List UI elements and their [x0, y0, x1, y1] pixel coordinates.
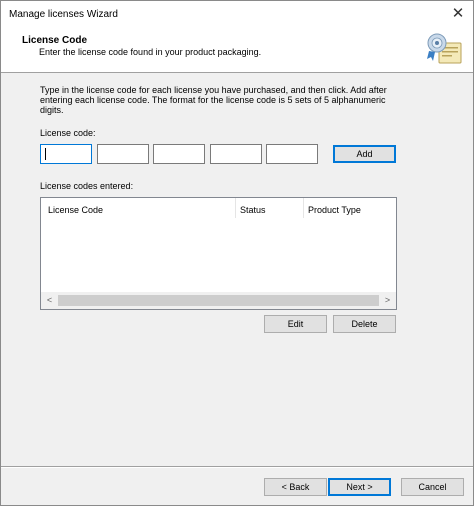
title-bar: Manage licenses Wizard ✕ [1, 1, 473, 27]
wizard-window: Manage licenses Wizard ✕ License Code En… [0, 0, 474, 506]
horizontal-scrollbar[interactable]: < > [41, 292, 396, 309]
cancel-button[interactable]: Cancel [401, 478, 464, 496]
page-title: License Code [22, 35, 88, 46]
delete-button[interactable]: Delete [333, 315, 396, 333]
scrollbar-thumb[interactable] [58, 295, 379, 306]
next-button[interactable]: Next > [328, 478, 391, 496]
license-code-field-4[interactable] [210, 144, 262, 164]
column-divider[interactable] [235, 198, 236, 218]
license-codes-list[interactable]: License Code Status Product Type < > [40, 197, 397, 310]
license-code-field-1[interactable] [40, 144, 92, 164]
list-header: License Code Status Product Type [41, 198, 396, 220]
text-caret [45, 148, 46, 160]
license-codes-entered-label: License codes entered: [40, 181, 134, 191]
license-code-field-5[interactable] [266, 144, 318, 164]
wizard-header: License Code Enter the license code foun… [1, 27, 473, 73]
column-license-code[interactable]: License Code [48, 205, 103, 215]
column-status[interactable]: Status [240, 205, 266, 215]
column-product-type[interactable]: Product Type [308, 205, 361, 215]
page-subtitle: Enter the license code found in your pro… [39, 47, 262, 57]
column-divider[interactable] [303, 198, 304, 218]
window-title: Manage licenses Wizard [9, 9, 118, 20]
footer-divider-highlight [1, 467, 473, 468]
license-code-field-3[interactable] [153, 144, 205, 164]
wizard-body: Type in the license code for each licens… [1, 74, 473, 465]
close-icon[interactable]: ✕ [449, 5, 467, 23]
scroll-left-icon[interactable]: < [41, 292, 58, 309]
edit-button[interactable]: Edit [264, 315, 327, 333]
instructions-text: Type in the license code for each licens… [40, 85, 387, 115]
license-code-field-2[interactable] [97, 144, 149, 164]
add-button[interactable]: Add [333, 145, 396, 163]
license-certificate-icon [427, 33, 462, 64]
scroll-right-icon[interactable]: > [379, 292, 396, 309]
back-button[interactable]: < Back [264, 478, 327, 496]
license-code-label: License code: [40, 128, 96, 138]
